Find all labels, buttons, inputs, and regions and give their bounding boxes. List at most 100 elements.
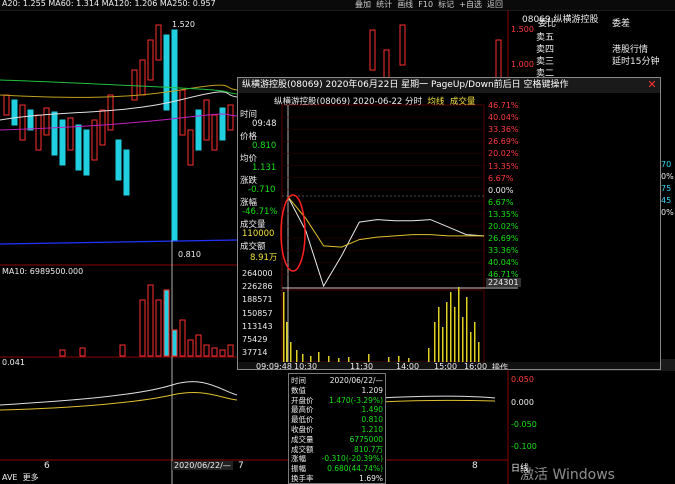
time-axis-1: 10:30 (294, 362, 318, 370)
chart-toolbar: 叠加 统计 画线 F10 标记 +自选 返回 (355, 0, 503, 10)
info-key: 换手率 (291, 474, 314, 483)
info-value: -0.310(-20.39%) (321, 454, 383, 464)
candle-info-tooltip: 时间 2020/06/22/— 数值 1.209 开盘价 1.470(-3.29%) 最高价… (288, 373, 386, 484)
macd-scale-0: 0.000 (511, 398, 534, 407)
x-tick-8: 8 (472, 461, 478, 471)
time-axis-5: 16:00 (464, 362, 488, 370)
volume-bar (171, 329, 178, 357)
volume-bar (219, 349, 226, 357)
kline-candle (399, 24, 406, 66)
f10-button[interactable]: F10 (418, 0, 433, 9)
info-row: 最高价 1.490 (289, 405, 385, 414)
kline-candle (495, 39, 502, 81)
kline-candle (171, 29, 178, 241)
volume-bar (155, 299, 162, 357)
volume-bar (227, 344, 234, 357)
x-tick-6: 6 (44, 461, 50, 471)
time-axis-2: 11:30 (350, 362, 374, 370)
info-key: 最高价 (291, 405, 314, 415)
pct-scale-tick: 0.00% (488, 185, 514, 195)
kline-candle (147, 39, 154, 81)
add-watchlist-button[interactable]: +自选 (459, 0, 482, 9)
pct-scale-tick: 26.69% (488, 234, 519, 244)
intraday-volume-bar (478, 342, 480, 362)
kline-candle (115, 139, 122, 181)
intraday-volume-bar (302, 354, 304, 362)
kline-candle (227, 104, 234, 131)
intraday-volume-bar (466, 297, 468, 362)
info-value: 1.470(-3.29%) (329, 395, 383, 405)
intraday-chart[interactable] (238, 78, 661, 370)
back-button[interactable]: 返回 (487, 0, 503, 9)
moving-average-line (0, 84, 238, 98)
volume-bar (139, 299, 146, 357)
volume-scale-tick: 113143 (242, 321, 273, 331)
x-tick-7: 7 (238, 461, 244, 471)
pct-scale-tick: 20.02% (488, 149, 519, 159)
volume-scale-tick: 226286 (242, 282, 273, 292)
info-row: 最低价 0.810 (289, 415, 385, 424)
more-tab[interactable]: 更多 (23, 473, 39, 482)
kline-candle (123, 149, 130, 196)
intraday-popup-window[interactable]: 纵横游控股(08069) 2020年06月22日 星期一 PageUp/Down… (237, 77, 661, 370)
ave-tab[interactable]: AVE (2, 473, 18, 482)
kline-candle (11, 99, 18, 126)
edge-val-4: 45 (661, 196, 672, 205)
info-value: 810.7万 (354, 444, 383, 454)
overlay-button[interactable]: 叠加 (355, 0, 371, 9)
time-axis-0: 09:09:48 (256, 362, 292, 370)
volume-cursor-label: 224301 (486, 278, 521, 287)
macd-line (379, 399, 496, 403)
info-row: 振幅 0.680(44.74%) (289, 464, 385, 473)
intraday-volume-bar (438, 307, 440, 362)
stats-button[interactable]: 统计 (376, 0, 392, 9)
pct-scale-tick: 13.35% (488, 161, 519, 171)
pct-scale-tick: 40.04% (488, 113, 519, 123)
info-row: 开盘价 1.470(-3.29%) (289, 396, 385, 405)
intraday-volume-bar (474, 322, 476, 362)
pct-scale-tick: 6.67% (488, 173, 514, 183)
volume-scale-tick: 37714 (242, 348, 268, 358)
intraday-volume-bar (286, 322, 288, 362)
kline-candle (83, 129, 90, 176)
draw-button[interactable]: 画线 (397, 0, 413, 9)
intraday-volume-bar (368, 354, 370, 362)
info-value: 2020/06/22/— (329, 376, 383, 385)
info-value: 1.490 (361, 405, 383, 415)
pct-scale-tick: 26.69% (488, 137, 519, 147)
info-row: 数值 1.209 (289, 386, 385, 395)
info-key: 数值 (291, 385, 306, 395)
macd-scale-neg010: -0.100 (511, 442, 537, 451)
info-row: 涨幅 -0.310(-20.39%) (289, 454, 385, 463)
pct-scale-tick: 20.02% (488, 222, 519, 231)
mark-button[interactable]: 标记 (438, 0, 454, 9)
intraday-volume-bar (450, 292, 452, 362)
kline-candle (59, 119, 66, 166)
edge-val-1: 70 (661, 160, 672, 169)
macd-scale-neg005: -0.050 (511, 420, 537, 429)
intraday-volume-bar (290, 342, 292, 362)
kline-candle (163, 34, 170, 111)
delay-note: 延时15分钟 (612, 57, 660, 67)
info-row: 成交额 810.7万 (289, 445, 385, 454)
info-row: 收盘价 1.210 (289, 425, 385, 434)
pct-scale-tick: 13.35% (488, 209, 519, 219)
intraday-volume-bar (454, 307, 456, 362)
intraday-volume-bar (296, 350, 298, 362)
info-row: 换手率 1.69% (289, 474, 385, 483)
pct-scale-tick: 33.36% (488, 246, 519, 256)
info-row: 时间 2020/06/22/— (289, 376, 385, 385)
volume-bar (59, 349, 66, 357)
pct-scale-tick: 40.04% (488, 258, 519, 268)
macd-line (379, 395, 496, 399)
volume-scale-tick: 150857 (242, 308, 273, 318)
action-button[interactable]: 操作 (492, 362, 508, 369)
info-row: 成交量 6775000 (289, 435, 385, 444)
info-key: 振幅 (291, 464, 306, 474)
edge-val-2: 0% (661, 172, 674, 181)
info-key: 涨幅 (291, 454, 306, 464)
volume-scale-tick: 188571 (242, 295, 273, 305)
high-price-label: 1.520 (172, 20, 195, 29)
volume-bar (163, 289, 170, 357)
kline-candle (139, 59, 146, 96)
